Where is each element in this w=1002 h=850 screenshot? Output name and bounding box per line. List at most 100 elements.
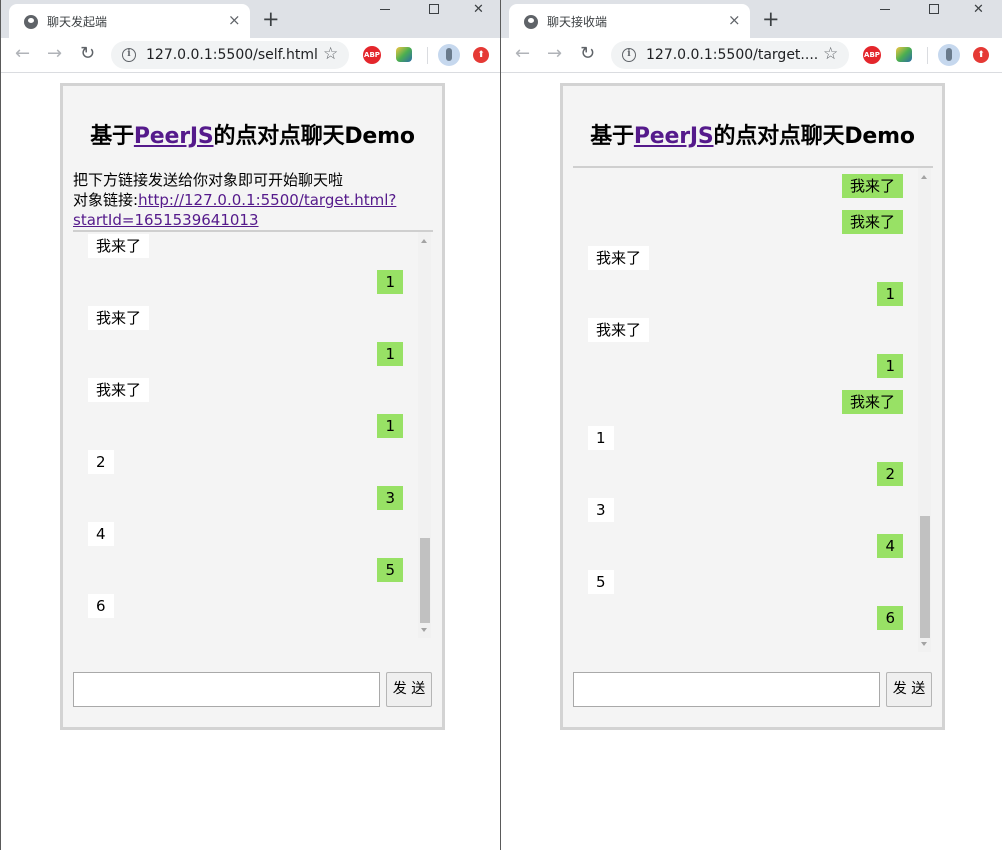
new-tab-icon[interactable]: + bbox=[262, 8, 280, 30]
received-message: 5 bbox=[588, 570, 614, 594]
back-icon[interactable]: ← bbox=[515, 43, 530, 65]
window-close-icon[interactable]: ✕ bbox=[973, 2, 984, 17]
title-suffix: 的点对点聊天Demo bbox=[213, 124, 415, 149]
target-link-continued[interactable]: startId=1651539641013 bbox=[73, 211, 259, 229]
profile-avatar[interactable] bbox=[938, 44, 960, 66]
extension-icon[interactable] bbox=[896, 47, 912, 62]
scrollbar-thumb[interactable] bbox=[920, 516, 930, 638]
tab-title: 聊天接收端 bbox=[547, 15, 608, 29]
browser-window-sender: 聊天发起端 × + ✕ ← → ↻ i 127.0.0.1:5500/self.… bbox=[0, 0, 501, 850]
adblock-plus-icon[interactable]: ABP bbox=[363, 46, 381, 64]
received-message: 6 bbox=[88, 594, 114, 618]
minimize-icon[interactable] bbox=[880, 9, 890, 10]
peerjs-link[interactable]: PeerJS bbox=[134, 124, 214, 149]
sent-message: 3 bbox=[377, 486, 403, 510]
forward-icon[interactable]: → bbox=[547, 43, 562, 65]
browser-toolbar: ← → ↻ i 127.0.0.1:5500/target.... ☆ ABP … bbox=[501, 38, 1002, 73]
scroll-up-icon[interactable] bbox=[421, 239, 427, 243]
bookmark-star-icon[interactable]: ☆ bbox=[323, 44, 338, 64]
received-message: 1 bbox=[588, 426, 614, 450]
reload-icon[interactable]: ↻ bbox=[580, 43, 595, 65]
title-suffix: 的点对点聊天Demo bbox=[713, 124, 915, 149]
tab-close-icon[interactable]: × bbox=[228, 12, 241, 28]
intro-text: 把下方链接发送给你对象即可开始聊天啦 bbox=[73, 171, 344, 189]
toolbar-divider bbox=[927, 47, 928, 64]
sent-message: 我来了 bbox=[841, 174, 903, 198]
page-content: 基于PeerJS的点对点聊天Demo 6 5 4 3 2 1 我来了 1 我来了 1 我来了 我来了我… bbox=[501, 74, 1002, 850]
scrollbar[interactable] bbox=[918, 168, 931, 652]
message-list[interactable]: 6 5 4 3 2 1 我来了 1 我来了 1 我来了 我来了 我来了 bbox=[573, 166, 933, 652]
address-bar[interactable]: i 127.0.0.1:5500/target.... ☆ bbox=[611, 41, 849, 69]
sent-message: 1 bbox=[877, 282, 903, 306]
scrollbar-thumb[interactable] bbox=[420, 538, 430, 623]
url-text[interactable]: 127.0.0.1:5500/self.html bbox=[146, 47, 318, 63]
peerjs-link[interactable]: PeerJS bbox=[634, 124, 714, 149]
scroll-down-icon[interactable] bbox=[421, 628, 427, 632]
sent-message: 1 bbox=[377, 414, 403, 438]
profile-avatar[interactable] bbox=[438, 44, 460, 66]
tab-strip: 聊天发起端 × + ✕ bbox=[1, 0, 500, 38]
send-button[interactable]: 发 送 bbox=[886, 672, 932, 707]
maximize-icon[interactable] bbox=[929, 4, 939, 14]
browser-window-receiver: 聊天接收端 × + ✕ ← → ↻ i 127.0.0.1:5500/targe… bbox=[501, 0, 1002, 850]
scroll-down-icon[interactable] bbox=[921, 642, 927, 646]
received-message: 3 bbox=[588, 498, 614, 522]
chat-app: 基于PeerJS的点对点聊天Demo 把下方链接发送给你对象即可开始聊天啦 对象… bbox=[60, 83, 445, 730]
received-message: 我来了 bbox=[88, 378, 150, 402]
toolbar-divider bbox=[427, 47, 428, 64]
url-text[interactable]: 127.0.0.1:5500/target.... bbox=[646, 47, 818, 63]
title-prefix: 基于 bbox=[90, 124, 134, 149]
share-instructions: 把下方链接发送给你对象即可开始聊天啦 对象链接:http://127.0.0.1… bbox=[73, 170, 396, 230]
reload-icon[interactable]: ↻ bbox=[80, 43, 95, 65]
adblock-plus-icon[interactable]: ABP bbox=[863, 46, 881, 64]
page-title: 基于PeerJS的点对点聊天Demo bbox=[563, 118, 942, 150]
received-message: 我来了 bbox=[588, 246, 650, 270]
sent-message: 2 bbox=[877, 462, 903, 486]
site-info-icon[interactable]: i bbox=[622, 48, 636, 62]
page-content: 基于PeerJS的点对点聊天Demo 把下方链接发送给你对象即可开始聊天啦 对象… bbox=[1, 74, 500, 850]
browser-toolbar: ← → ↻ i 127.0.0.1:5500/self.html ☆ ABP ⬆ bbox=[1, 38, 500, 73]
globe-icon bbox=[24, 15, 38, 29]
page-title: 基于PeerJS的点对点聊天Demo bbox=[63, 118, 442, 150]
globe-icon bbox=[524, 15, 538, 29]
sent-message: 5 bbox=[377, 558, 403, 582]
update-icon[interactable]: ⬆ bbox=[973, 47, 989, 63]
tab-receiver[interactable]: 聊天接收端 × bbox=[509, 4, 750, 38]
site-info-icon[interactable]: i bbox=[122, 48, 136, 62]
link-label: 对象链接: bbox=[73, 191, 139, 209]
sent-message: 4 bbox=[877, 534, 903, 558]
chat-app: 基于PeerJS的点对点聊天Demo 6 5 4 3 2 1 我来了 1 我来了 1 我来了 我来了我… bbox=[560, 83, 945, 730]
forward-icon[interactable]: → bbox=[47, 43, 62, 65]
message-input[interactable] bbox=[73, 672, 380, 707]
sent-message: 我来了 bbox=[841, 390, 903, 414]
received-message: 2 bbox=[88, 450, 114, 474]
sent-message: 1 bbox=[377, 270, 403, 294]
new-tab-icon[interactable]: + bbox=[762, 8, 780, 30]
minimize-icon[interactable] bbox=[380, 9, 390, 10]
send-button[interactable]: 发 送 bbox=[386, 672, 432, 707]
received-message: 我来了 bbox=[588, 318, 650, 342]
address-bar[interactable]: i 127.0.0.1:5500/self.html ☆ bbox=[111, 41, 349, 69]
message-input[interactable] bbox=[573, 672, 880, 707]
window-close-icon[interactable]: ✕ bbox=[473, 2, 484, 17]
back-icon[interactable]: ← bbox=[15, 43, 30, 65]
tab-close-icon[interactable]: × bbox=[728, 12, 741, 28]
title-prefix: 基于 bbox=[590, 124, 634, 149]
tab-title: 聊天发起端 bbox=[47, 15, 108, 29]
sent-message: 我来了 bbox=[841, 210, 903, 234]
scroll-up-icon[interactable] bbox=[921, 175, 927, 179]
target-link[interactable]: http://127.0.0.1:5500/target.html? bbox=[138, 191, 396, 209]
sent-message: 1 bbox=[377, 342, 403, 366]
message-list[interactable]: 6 5 4 3 2 1 我来了 1 我来了 1 我来了 bbox=[73, 230, 433, 638]
update-icon[interactable]: ⬆ bbox=[473, 47, 489, 63]
tab-sender[interactable]: 聊天发起端 × bbox=[9, 4, 250, 38]
extension-icon[interactable] bbox=[396, 47, 412, 62]
received-message: 我来了 bbox=[88, 234, 150, 258]
sent-message: 1 bbox=[877, 354, 903, 378]
maximize-icon[interactable] bbox=[429, 4, 439, 14]
scrollbar[interactable] bbox=[418, 232, 431, 638]
bookmark-star-icon[interactable]: ☆ bbox=[823, 44, 838, 64]
tab-strip: 聊天接收端 × + ✕ bbox=[501, 0, 1002, 38]
received-message: 4 bbox=[88, 522, 114, 546]
sent-message: 6 bbox=[877, 606, 903, 630]
